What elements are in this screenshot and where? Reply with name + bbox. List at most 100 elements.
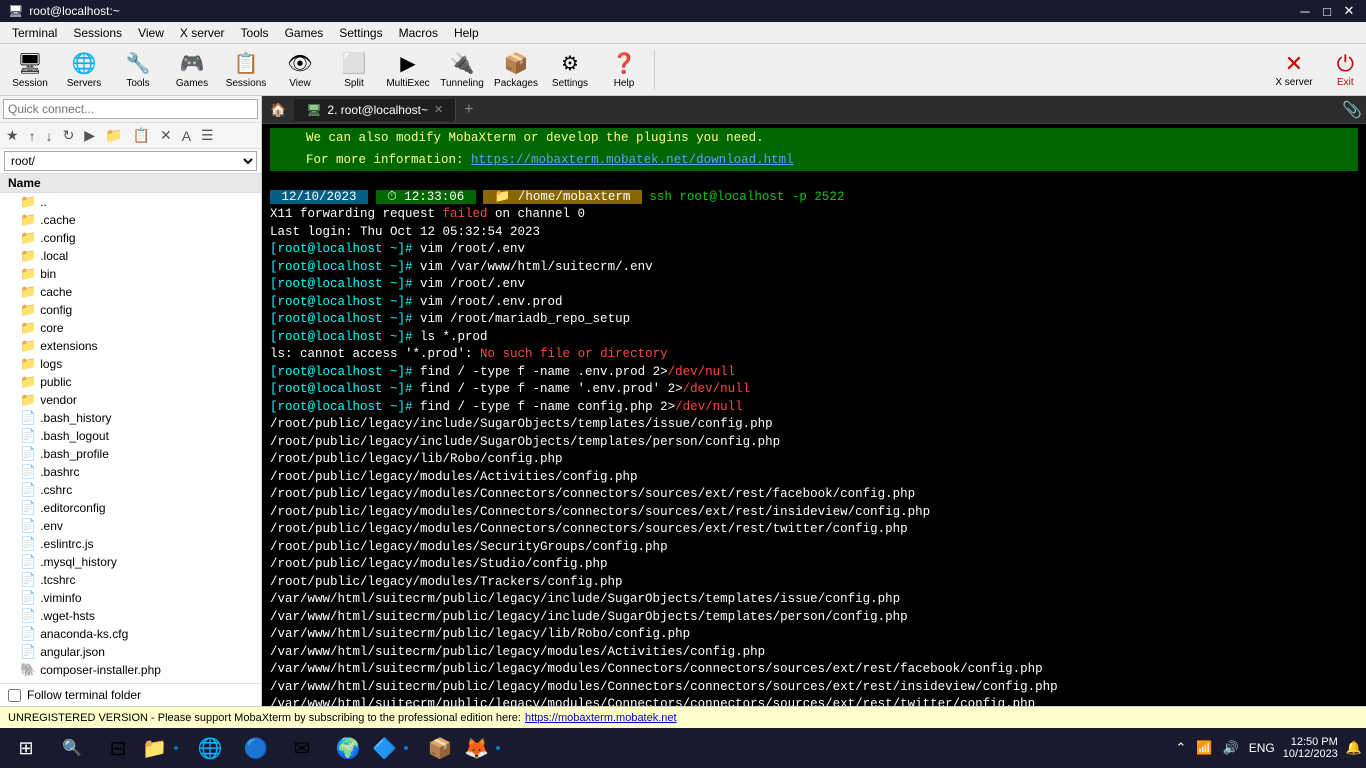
toolbar-view[interactable]: 👁 View <box>274 46 326 94</box>
tree-item-editorconfig[interactable]: 📄 .editorconfig <box>0 499 261 517</box>
fb-star-icon[interactable]: ★ <box>2 125 23 146</box>
terminal-tab-active[interactable]: 🖥 2. root@localhost~ ✕ <box>294 99 456 121</box>
tree-item-wget-hsts[interactable]: 📄 .wget-hsts <box>0 607 261 625</box>
tree-item-bash-profile[interactable]: 📄 .bash_profile <box>0 445 261 463</box>
minimize-button[interactable]: ─ <box>1296 2 1314 20</box>
tab-add-button[interactable]: + <box>456 97 481 123</box>
toolbar-multiexec[interactable]: ▶ MultiExec <box>382 46 434 94</box>
taskbar-explorer[interactable]: 📁 <box>142 730 186 766</box>
taskbar-maps[interactable]: 🌍 <box>326 730 370 766</box>
status-link[interactable]: https://mobaxterm.mobatek.net <box>525 712 677 724</box>
taskbar-app2[interactable]: 🔷 <box>372 730 416 766</box>
taskbar-mail[interactable]: ✉ <box>280 730 324 766</box>
follow-terminal-checkbox[interactable] <box>8 689 21 702</box>
fb-down-icon[interactable]: ↓ <box>42 126 57 146</box>
fb-path-select[interactable]: root/ <box>4 151 257 171</box>
toolbar-xserver[interactable]: ✕ X server <box>1267 47 1320 92</box>
tree-item-cshrc[interactable]: 📄 .cshrc <box>0 481 261 499</box>
toolbar-sessions[interactable]: 📋 Sessions <box>220 46 272 94</box>
menu-tools[interactable]: Tools <box>233 24 277 42</box>
maximize-button[interactable]: □ <box>1318 2 1336 20</box>
toolbar-session[interactable]: 🖥 Session <box>4 46 56 94</box>
menu-view[interactable]: View <box>130 24 172 42</box>
tree-item-angular[interactable]: 📄 angular.json <box>0 643 261 661</box>
tree-item-composer[interactable]: 🐘 composer-installer.php <box>0 661 261 679</box>
tree-item-cache[interactable]: 📁 .cache <box>0 211 261 229</box>
fb-up-icon[interactable]: ↑ <box>25 126 40 146</box>
tree-item-env[interactable]: 📄 .env <box>0 517 261 535</box>
tree-item-mysql-history[interactable]: 📄 .mysql_history <box>0 553 261 571</box>
tree-item-extensions[interactable]: 📁 extensions <box>0 337 261 355</box>
term-result1: /root/public/legacy/include/SugarObjects… <box>270 416 1358 434</box>
taskbar-clock[interactable]: 12:50 PM 10/12/2023 <box>1283 736 1338 760</box>
quick-connect-input[interactable] <box>3 99 258 119</box>
tree-item-logs[interactable]: 📁 logs <box>0 355 261 373</box>
terminal-content[interactable]: We can also modify MobaXterm or develop … <box>262 124 1366 706</box>
tree-item-local[interactable]: 📁 .local <box>0 247 261 265</box>
taskbar-firefox[interactable]: 🦊 <box>464 730 508 766</box>
fb-menu-icon[interactable]: ☰ <box>197 125 218 146</box>
toolbar-split[interactable]: ⬜ Split <box>328 46 380 94</box>
clipboard-icon[interactable]: 📎 <box>1342 100 1362 120</box>
tree-item-viminfo[interactable]: 📄 .viminfo <box>0 589 261 607</box>
menu-games[interactable]: Games <box>277 24 332 42</box>
tree-item-bash-history[interactable]: 📄 .bash_history <box>0 409 261 427</box>
start-button[interactable]: ⊞ <box>4 730 48 766</box>
fb-copy-icon[interactable]: 📋 <box>129 125 154 146</box>
close-button[interactable]: ✕ <box>1340 2 1358 20</box>
tree-item-vendor[interactable]: 📁 vendor <box>0 391 261 409</box>
tree-item-dotdot[interactable]: 📁 .. <box>0 193 261 211</box>
taskbar-edge[interactable]: 🌐 <box>188 730 232 766</box>
tab-close-icon[interactable]: ✕ <box>434 103 443 116</box>
tree-item-config[interactable]: 📁 .config <box>0 229 261 247</box>
menu-help[interactable]: Help <box>446 24 487 42</box>
menu-terminal[interactable]: Terminal <box>4 24 65 42</box>
failed-text: failed <box>443 207 488 221</box>
tree-item-cache2[interactable]: 📁 cache <box>0 283 261 301</box>
follow-terminal-label[interactable]: Follow terminal folder <box>27 688 141 702</box>
menu-settings[interactable]: Settings <box>331 24 390 42</box>
file-icon-cshrc: 📄 <box>20 482 36 498</box>
taskbar-app1[interactable]: 🔵 <box>234 730 278 766</box>
taskbar-packages[interactable]: 📦 <box>418 730 462 766</box>
fb-refresh-icon[interactable]: ↻ <box>59 125 79 146</box>
network-icon[interactable]: 📶 <box>1194 738 1214 758</box>
tree-item-label: .bash_history <box>40 411 111 425</box>
toolbar-settings[interactable]: ⚙ Settings <box>544 46 596 94</box>
tray-arrow-icon[interactable]: ⌃ <box>1173 738 1188 758</box>
toolbar-help[interactable]: ❓ Help <box>598 46 650 94</box>
tree-item-bin[interactable]: 📁 bin <box>0 265 261 283</box>
tree-item-bashrc[interactable]: 📄 .bashrc <box>0 463 261 481</box>
toolbar-games[interactable]: 🎮 Games <box>166 46 218 94</box>
tab-home-icon[interactable]: 🏠 <box>262 98 294 122</box>
tree-item-eslintrc[interactable]: 📄 .eslintrc.js <box>0 535 261 553</box>
toolbar-packages[interactable]: 📦 Packages <box>490 46 542 94</box>
volume-icon[interactable]: 🔊 <box>1221 738 1241 758</box>
tree-item-bash-logout[interactable]: 📄 .bash_logout <box>0 427 261 445</box>
term-result9: /root/public/legacy/modules/Studio/confi… <box>270 556 1358 574</box>
tree-item-tcshrc[interactable]: 📄 .tcshrc <box>0 571 261 589</box>
taskbar: ⊞ 🔍 ⊟ 📁 🌐 🔵 ✉ 🌍 🔷 📦 🦊 ⌃ 📶 🔊 ENG <box>0 728 1366 768</box>
tree-item-label: bin <box>40 267 56 281</box>
notification-icon[interactable]: 🔔 <box>1346 740 1362 756</box>
fb-play-icon[interactable]: ▶ <box>80 125 99 146</box>
fb-text-icon[interactable]: A <box>178 126 195 146</box>
toolbar-servers[interactable]: 🌐 Servers <box>58 46 110 94</box>
toolbar-tunneling[interactable]: 🔌 Tunneling <box>436 46 488 94</box>
tree-item-config2[interactable]: 📁 config <box>0 301 261 319</box>
fb-folder-icon[interactable]: 📁 <box>101 125 126 146</box>
fb-delete-icon[interactable]: ✕ <box>156 125 176 146</box>
tree-item-label: .bash_profile <box>40 447 109 461</box>
menu-sessions[interactable]: Sessions <box>65 24 130 42</box>
toolbar-exit[interactable]: ⏻ Exit <box>1329 47 1362 92</box>
tree-item-anaconda[interactable]: 📄 anaconda-ks.cfg <box>0 625 261 643</box>
menu-macros[interactable]: Macros <box>391 24 446 42</box>
tree-item-public[interactable]: 📁 public <box>0 373 261 391</box>
menu-xserver[interactable]: X server <box>172 24 233 42</box>
tree-item-core[interactable]: 📁 core <box>0 319 261 337</box>
taskbar-search[interactable]: 🔍 <box>50 730 94 766</box>
taskbar-task-view[interactable]: ⊟ <box>96 730 140 766</box>
toolbar-tools[interactable]: 🔧 Tools <box>112 46 164 94</box>
session-icon: 🖥 <box>17 51 42 76</box>
language-indicator[interactable]: ENG <box>1249 741 1275 755</box>
